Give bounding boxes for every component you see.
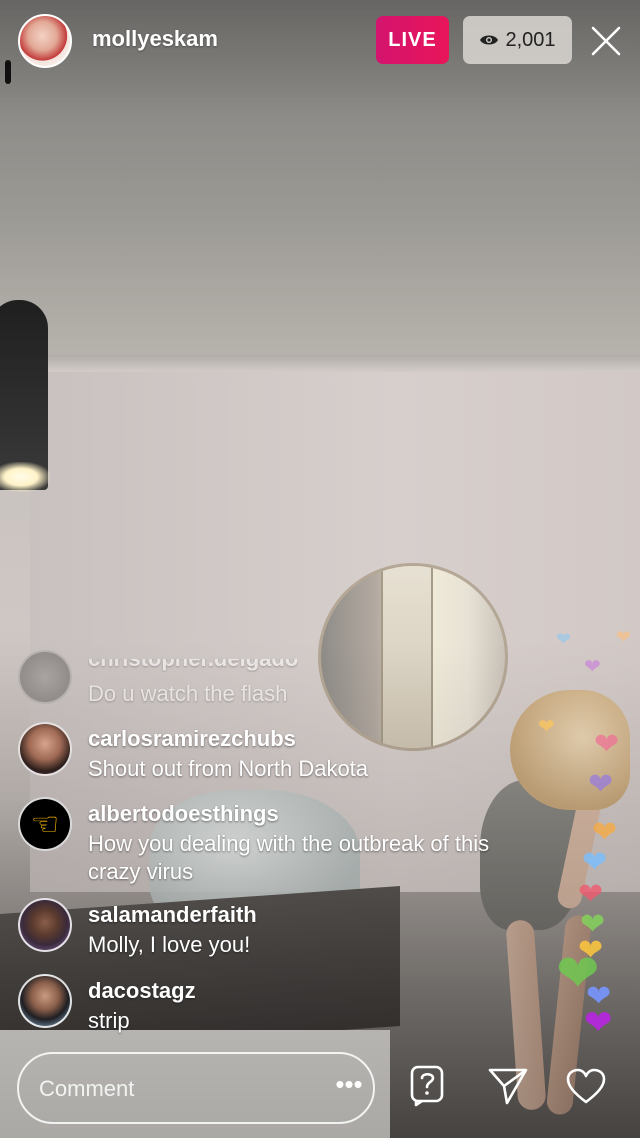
- comment-input[interactable]: [37, 1072, 291, 1106]
- like-button[interactable]: [562, 1062, 610, 1110]
- share-button[interactable]: [484, 1062, 532, 1110]
- heart-reaction-icon: ❤: [616, 627, 632, 647]
- commenter-avatar[interactable]: [18, 650, 72, 704]
- close-button[interactable]: [585, 20, 627, 62]
- comment-username[interactable]: salamanderfaith: [88, 902, 257, 928]
- host-avatar[interactable]: [18, 14, 72, 68]
- question-button[interactable]: [404, 1062, 452, 1110]
- heart-reaction-icon: ❤: [584, 1004, 613, 1042]
- comment-username[interactable]: dacostagz: [88, 978, 196, 1004]
- heart-reaction-icon: ❤: [594, 728, 620, 761]
- comment-text: Do u watch the flash: [88, 681, 288, 706]
- comment-username[interactable]: albertodoesthings: [88, 801, 279, 827]
- comment-text: Shout out from North Dakota: [88, 756, 369, 781]
- heart-reaction-icon: ❤: [588, 768, 614, 801]
- eye-icon: [480, 35, 499, 45]
- host-username[interactable]: mollyeskam: [92, 26, 218, 52]
- comment-text: How you dealing with the outbreak of thi…: [88, 831, 490, 884]
- heart-reaction-icon: ❤: [582, 846, 608, 879]
- comment-text: strip: [88, 1008, 130, 1033]
- viewer-count: 2,001: [505, 28, 556, 51]
- live-badge: LIVE: [376, 16, 449, 64]
- live-video-screen: ❤ ❤ ❤ ❤ ❤ ❤ ❤ ❤ ❤ ❤ ❤ ❤ ❤ ❤ mollyeskam L…: [0, 0, 640, 1138]
- heart-reaction-icon: ❤: [584, 656, 601, 678]
- more-options-button[interactable]: •••: [331, 1071, 367, 1104]
- commenter-avatar[interactable]: [18, 898, 72, 952]
- heart-reaction-icon: ❤: [556, 629, 572, 649]
- commenter-avatar[interactable]: [18, 974, 72, 1028]
- comment-text: Molly, I love you!: [88, 932, 251, 957]
- ceiling-edge: [0, 355, 640, 373]
- comment-box[interactable]: •••: [17, 1052, 375, 1124]
- reaction-hearts: ❤ ❤ ❤ ❤ ❤ ❤ ❤ ❤ ❤ ❤ ❤ ❤ ❤ ❤: [538, 580, 640, 1050]
- heart-reaction-icon: ❤: [592, 816, 618, 849]
- commenter-avatar[interactable]: ☜: [18, 797, 72, 851]
- heart-icon: [566, 1068, 606, 1104]
- comment-username[interactable]: carlosramirezchubs: [88, 726, 296, 752]
- commenter-avatar[interactable]: [18, 722, 72, 776]
- question-sticker-icon: [410, 1065, 444, 1107]
- heart-reaction-icon: ❤: [578, 878, 604, 911]
- bottom-action-bar: •••: [0, 1050, 640, 1130]
- viewer-count-badge[interactable]: 2,001: [463, 16, 572, 64]
- lamp-light: [0, 462, 50, 492]
- live-header: mollyeskam LIVE 2,001: [0, 0, 640, 82]
- close-icon: [591, 26, 621, 56]
- heart-reaction-icon: ❤: [538, 716, 555, 738]
- paper-plane-icon: [488, 1068, 528, 1105]
